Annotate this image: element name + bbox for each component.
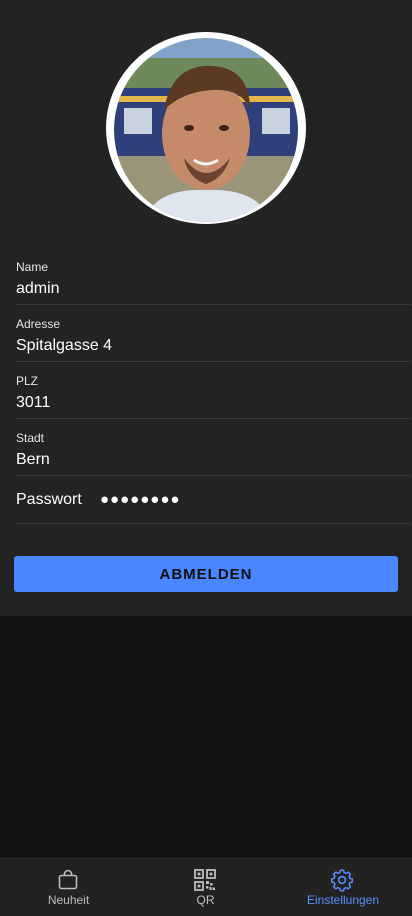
bottom-navigation: Neuheit QR Einstellungen — [0, 858, 412, 916]
avatar[interactable] — [106, 32, 306, 224]
nav-label-neuheit: Neuheit — [47, 893, 90, 907]
plz-value: 3011 — [16, 394, 51, 411]
password-label: Passwort — [16, 491, 82, 508]
qr-code-icon — [194, 869, 216, 891]
address-label: Adresse — [16, 317, 61, 331]
nav-label-einstellungen: Einstellungen — [306, 893, 380, 907]
nav-item-einstellungen[interactable]: Einstellungen — [274, 859, 412, 916]
nav-label-qr: QR — [196, 893, 215, 907]
nav-item-qr[interactable]: QR — [137, 859, 274, 916]
plz-field[interactable]: PLZ 3011 — [16, 374, 411, 419]
name-value: admin — [16, 280, 60, 297]
gear-icon — [330, 869, 354, 892]
address-value: Spitalgasse 4 — [16, 337, 113, 354]
plz-label: PLZ — [16, 374, 39, 388]
address-field[interactable]: Adresse Spitalgasse 4 — [16, 317, 411, 362]
city-value: Bern — [16, 451, 50, 468]
nav-item-neuheit[interactable]: Neuheit — [0, 859, 137, 916]
shopping-bag-icon — [58, 869, 78, 890]
password-value: ●●●●●●●● — [100, 491, 181, 508]
profile-panel: Name admin Adresse Spitalgasse 4 PLZ 301… — [0, 0, 412, 616]
password-field[interactable]: Passwort ●●●●●●●● — [16, 476, 411, 524]
name-label: Name — [16, 260, 49, 274]
city-field[interactable]: Stadt Bern — [16, 431, 411, 476]
name-field[interactable]: Name admin — [16, 260, 411, 305]
logout-button[interactable]: ABMELDEN — [14, 556, 398, 592]
avatar-photo — [114, 38, 298, 222]
city-label: Stadt — [16, 431, 45, 445]
